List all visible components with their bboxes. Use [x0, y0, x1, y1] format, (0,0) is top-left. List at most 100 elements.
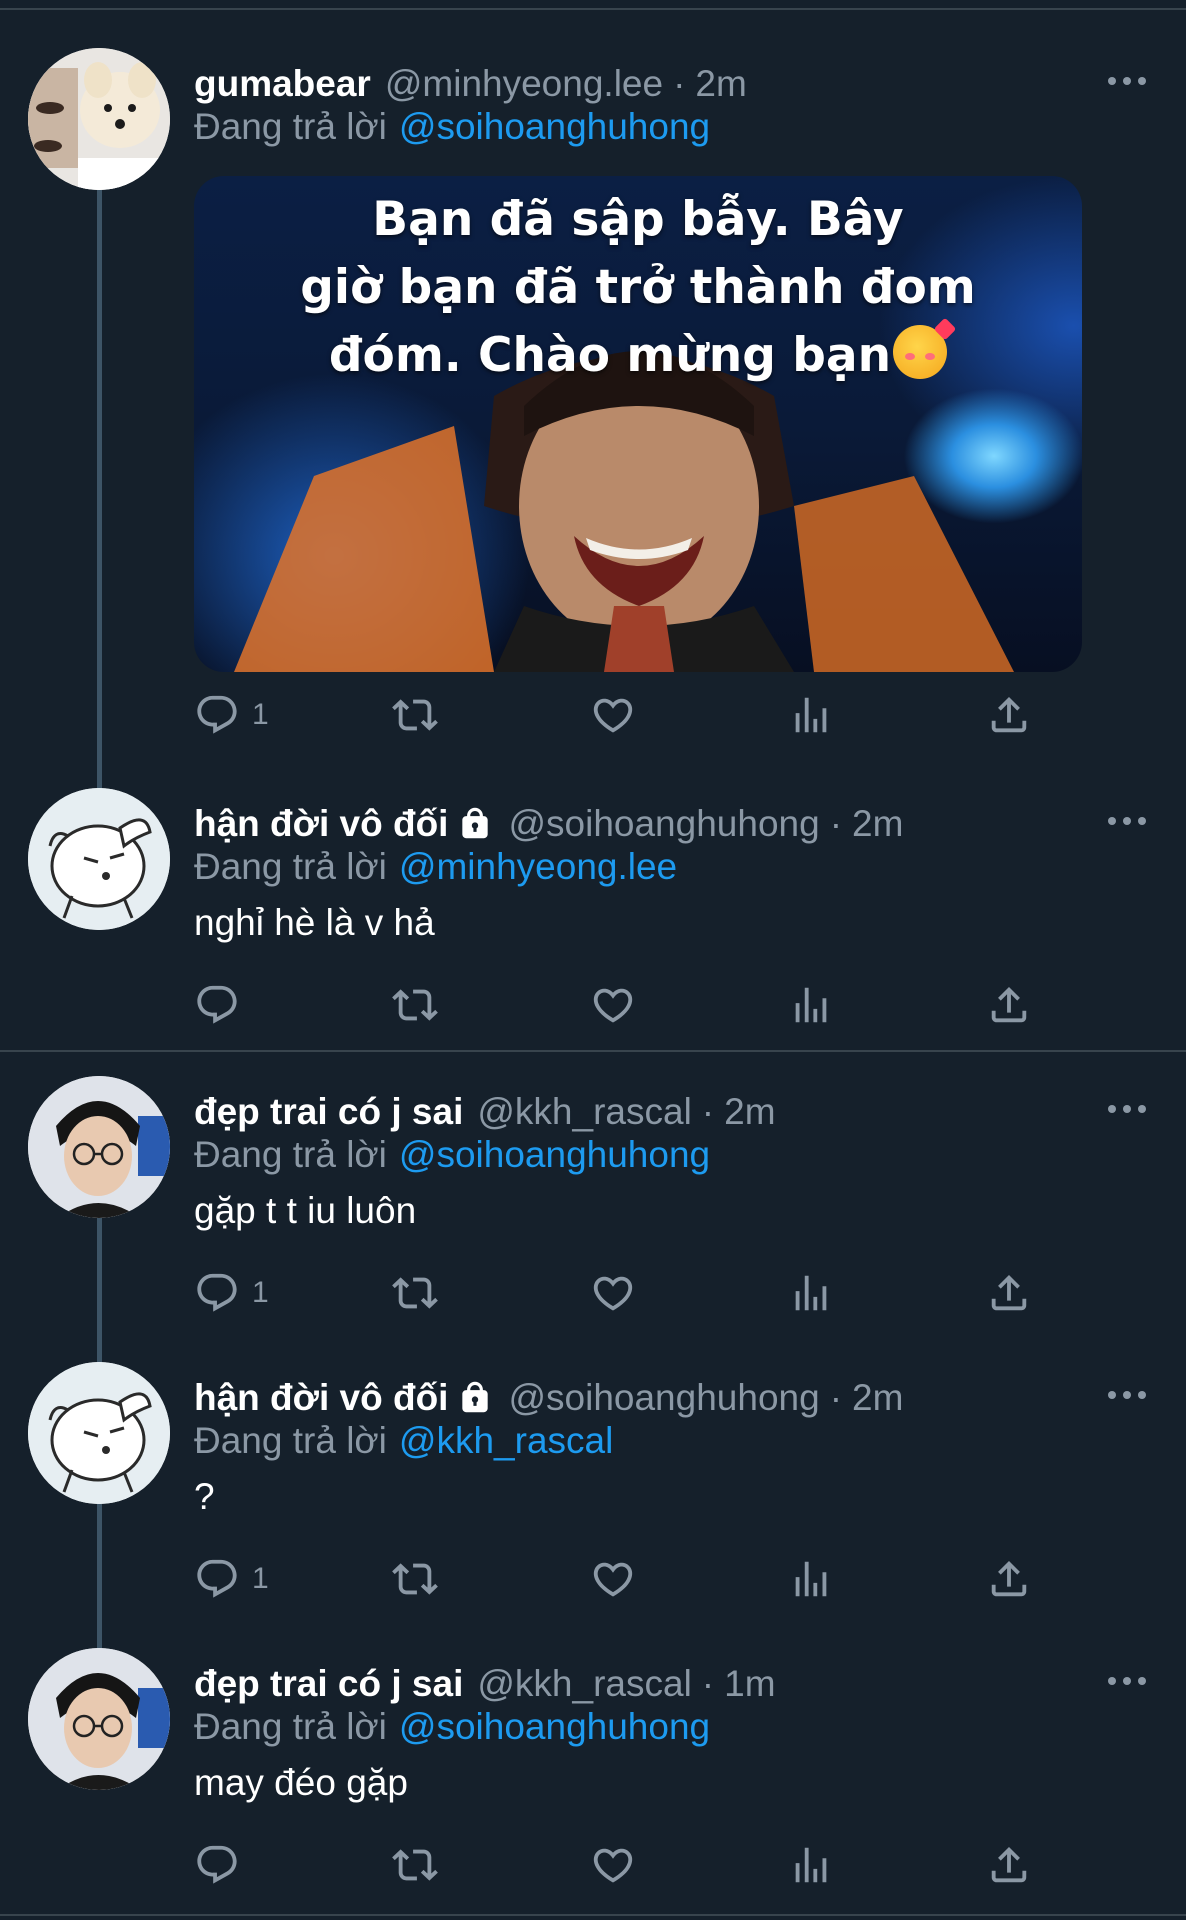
display-name[interactable]: đẹp trai có j sai	[194, 1663, 463, 1705]
user-handle[interactable]: @minhyeong.lee	[385, 63, 663, 105]
share-button[interactable]	[986, 1268, 1032, 1318]
caption-line: đóm. Chào mừng bạn	[194, 317, 1082, 390]
reply-button[interactable]: 1	[194, 690, 269, 740]
share-button[interactable]	[986, 1554, 1032, 1604]
reply-button[interactable]: 1	[194, 1554, 269, 1604]
smiling-hearts-emoji	[893, 317, 957, 379]
timestamp[interactable]: 1m	[724, 1663, 775, 1705]
user-handle[interactable]: @soihoanghuhong	[508, 803, 819, 845]
retweet-button[interactable]	[392, 1554, 438, 1604]
share-button[interactable]	[986, 980, 1032, 1030]
like-icon	[590, 1842, 636, 1888]
mention-link[interactable]: @soihoanghuhong	[399, 1134, 710, 1175]
tweet-text: gặp t t iu luôn	[194, 1190, 417, 1231]
share-button[interactable]	[986, 690, 1032, 740]
timestamp[interactable]: 2m	[852, 1377, 903, 1419]
retweet-button[interactable]	[392, 980, 438, 1030]
display-name[interactable]: gumabear	[194, 63, 371, 105]
like-icon	[590, 1556, 636, 1602]
analytics-button[interactable]	[788, 980, 834, 1030]
timestamp[interactable]: 2m	[852, 803, 903, 845]
analytics-icon	[788, 1556, 834, 1602]
timestamp[interactable]: 2m	[724, 1091, 775, 1133]
top-divider	[0, 8, 1186, 10]
reply-count: 1	[252, 698, 269, 731]
reply-context: Đang trả lời @kkh_rascal	[194, 1420, 613, 1462]
analytics-button[interactable]	[788, 1840, 834, 1890]
separator-dot: ·	[829, 803, 843, 844]
analytics-button[interactable]	[788, 690, 834, 740]
more-icon[interactable]	[1108, 1380, 1146, 1410]
user-handle[interactable]: @kkh_rascal	[477, 1091, 691, 1133]
thread-line	[97, 190, 102, 802]
separator-dot: ·	[701, 1663, 715, 1704]
reply-icon	[194, 1556, 240, 1602]
analytics-button[interactable]	[788, 1554, 834, 1604]
user-handle[interactable]: @soihoanghuhong	[508, 1377, 819, 1419]
share-icon	[986, 1270, 1032, 1316]
separator-dot: ·	[701, 1091, 715, 1132]
retweet-button[interactable]	[392, 1268, 438, 1318]
tweet-text: ?	[194, 1476, 215, 1517]
like-button[interactable]	[590, 1840, 636, 1890]
reply-context: Đang trả lời @soihoanghuhong	[194, 106, 710, 148]
more-icon[interactable]	[1108, 66, 1146, 96]
tweet-actions: 1	[194, 1554, 1044, 1604]
separator-dot: ·	[829, 1377, 843, 1418]
cartoon-dog-avatar[interactable]	[28, 788, 170, 930]
like-icon	[590, 692, 636, 738]
reply-icon	[194, 1270, 240, 1316]
share-icon	[986, 1556, 1032, 1602]
more-icon[interactable]	[1108, 1666, 1146, 1696]
tweet-actions	[194, 1840, 1044, 1890]
glasses-selfie-avatar[interactable]	[28, 1076, 170, 1218]
tweet-header: hận đời vô đối @soihoanghuhong · 2m	[194, 800, 903, 848]
reply-button[interactable]	[194, 1840, 240, 1890]
pomeranian-avatar[interactable]	[28, 48, 170, 190]
like-button[interactable]	[590, 1268, 636, 1318]
reply-icon	[194, 692, 240, 738]
mention-link[interactable]: @kkh_rascal	[399, 1420, 613, 1461]
like-button[interactable]	[590, 1554, 636, 1604]
reply-label: Đang trả lời	[194, 846, 387, 887]
mention-link[interactable]: @minhyeong.lee	[399, 846, 677, 887]
user-handle[interactable]: @kkh_rascal	[477, 1663, 691, 1705]
tweet-text: nghỉ hè là v hả	[194, 902, 435, 943]
reply-context: Đang trả lời @soihoanghuhong	[194, 1134, 710, 1176]
display-name[interactable]: hận đời vô đối	[194, 803, 448, 845]
reply-count: 1	[252, 1562, 269, 1595]
retweet-button[interactable]	[392, 1840, 438, 1890]
timestamp[interactable]: 2m	[695, 63, 746, 105]
share-button[interactable]	[986, 1840, 1032, 1890]
reply-label: Đang trả lời	[194, 1134, 387, 1175]
reply-button[interactable]: 1	[194, 1268, 269, 1318]
meme-caption: Bạn đã sập bẫy. Bây giờ bạn đã trở thành…	[194, 186, 1082, 390]
mention-link[interactable]: @soihoanghuhong	[399, 106, 710, 147]
display-name[interactable]: hận đời vô đối	[194, 1377, 448, 1419]
analytics-button[interactable]	[788, 1268, 834, 1318]
analytics-icon	[788, 982, 834, 1028]
more-icon[interactable]	[1108, 1094, 1146, 1124]
glasses-selfie-avatar[interactable]	[28, 1648, 170, 1790]
thread-divider	[0, 1050, 1186, 1052]
like-icon	[590, 1270, 636, 1316]
mention-link[interactable]: @soihoanghuhong	[399, 1706, 710, 1747]
cartoon-dog-avatar[interactable]	[28, 1362, 170, 1504]
analytics-icon	[788, 692, 834, 738]
tweet-actions: 1	[194, 690, 1044, 740]
reply-icon	[194, 1842, 240, 1888]
retweet-button[interactable]	[392, 690, 438, 740]
caption-line: Bạn đã sập bẫy. Bây	[372, 192, 904, 247]
tweet-header: đẹp trai có j sai @kkh_rascal · 1m	[194, 1660, 776, 1708]
reply-icon	[194, 982, 240, 1028]
analytics-icon	[788, 1842, 834, 1888]
more-icon[interactable]	[1108, 806, 1146, 836]
like-button[interactable]	[590, 690, 636, 740]
tweet-header: đẹp trai có j sai @kkh_rascal · 2m	[194, 1088, 776, 1136]
reply-button[interactable]	[194, 980, 240, 1030]
tweet-media-image[interactable]: Bạn đã sập bẫy. Bây giờ bạn đã trở thành…	[194, 176, 1082, 672]
display-name[interactable]: đẹp trai có j sai	[194, 1091, 463, 1133]
lock-icon	[456, 1379, 494, 1417]
retweet-icon	[392, 1556, 438, 1602]
like-button[interactable]	[590, 980, 636, 1030]
